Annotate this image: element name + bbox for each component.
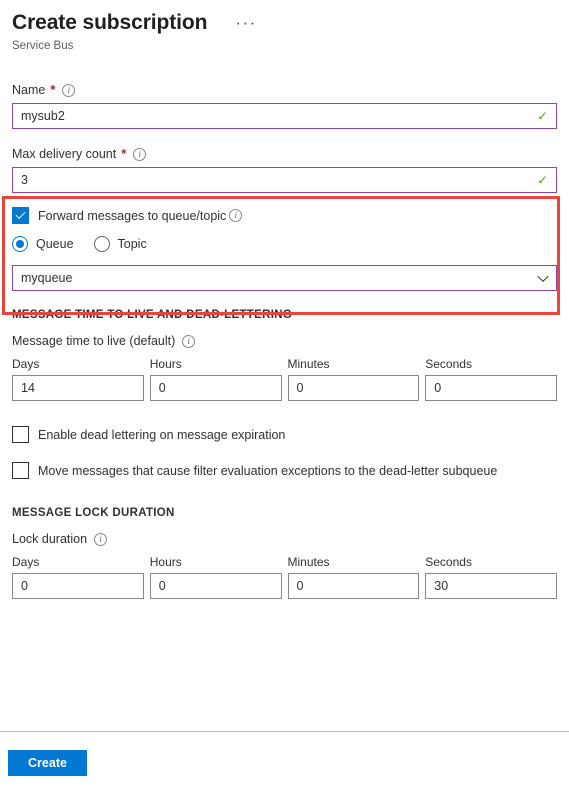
dead-lettering-label: Enable dead lettering on message expirat… — [38, 427, 286, 442]
lock-sub-label: Lock duration — [12, 532, 88, 546]
name-field-group: Name * i mysub2 ✓ — [12, 82, 557, 129]
lock-days-label: Days — [12, 555, 40, 569]
name-required-marker: * — [50, 82, 56, 97]
filter-exceptions-checkbox-row[interactable]: Move messages that cause filter evaluati… — [12, 462, 557, 479]
info-icon[interactable]: i — [62, 83, 76, 97]
lock-hours-label: Hours — [149, 555, 182, 569]
name-input-value: mysub2 — [21, 109, 65, 123]
max-delivery-count-label: Max delivery count — [12, 147, 117, 161]
forward-target-radio-group: Queue Topic — [12, 236, 557, 252]
ttl-days-input[interactable]: 14 — [12, 375, 144, 401]
forward-messages-section: Forward messages to queue/topic i Queue … — [0, 193, 569, 291]
valid-check-icon: ✓ — [537, 108, 548, 124]
radio-option-topic[interactable]: Topic — [93, 236, 147, 252]
ttl-seconds-label: Seconds — [425, 357, 472, 371]
info-icon[interactable]: i — [94, 532, 108, 546]
info-icon[interactable]: i — [133, 147, 147, 161]
lock-duration-section: MESSAGE LOCK DURATION Lock duration i Da… — [0, 507, 569, 599]
radio-option-queue[interactable]: Queue — [12, 236, 74, 252]
forward-target-dropdown[interactable]: myqueue — [12, 265, 557, 291]
lock-seconds-col: Seconds 30 — [425, 555, 557, 599]
lock-seconds-input[interactable]: 30 — [425, 573, 557, 599]
max-delivery-count-required-marker: * — [121, 146, 127, 161]
ttl-minutes-label: Minutes — [287, 357, 330, 371]
ttl-section-heading: MESSAGE TIME TO LIVE AND DEAD-LETTERING — [12, 309, 293, 321]
forward-messages-checkbox-row[interactable]: Forward messages to queue/topic i — [12, 207, 557, 224]
lock-section-heading: MESSAGE LOCK DURATION — [12, 507, 175, 519]
lock-duration-grid: Days 0 Hours 0 Minutes 0 Seconds 30 — [12, 555, 557, 599]
subscription-form: Name * i mysub2 ✓ Max delivery count * i… — [0, 82, 569, 193]
ttl-minutes-col: Minutes 0 — [287, 357, 420, 401]
ttl-days-label: Days — [12, 357, 40, 371]
forward-target-value: myqueue — [21, 271, 73, 285]
lock-hours-col: Hours 0 — [149, 555, 282, 599]
page-title: Create subscription — [12, 11, 208, 34]
ttl-sub-label-row: Message time to live (default) i — [12, 333, 557, 349]
dead-lettering-checkbox[interactable] — [12, 426, 29, 443]
max-delivery-count-value: 3 — [21, 173, 28, 187]
lock-days-input[interactable]: 0 — [12, 573, 144, 599]
forward-messages-label: Forward messages to queue/topic — [38, 208, 227, 223]
ttl-section: MESSAGE TIME TO LIVE AND DEAD-LETTERING … — [0, 309, 569, 479]
name-input[interactable]: mysub2 ✓ — [12, 103, 557, 129]
ttl-seconds-col: Seconds 0 — [425, 357, 557, 401]
forward-messages-checkbox[interactable] — [12, 207, 29, 224]
dead-lettering-checkbox-row[interactable]: Enable dead lettering on message expirat… — [12, 426, 557, 443]
create-button[interactable]: Create — [8, 750, 87, 776]
ttl-seconds-input[interactable]: 0 — [425, 375, 557, 401]
create-subscription-blade: Create subscription ··· Service Bus Name… — [0, 0, 569, 785]
valid-check-icon: ✓ — [537, 172, 548, 188]
ttl-minutes-input[interactable]: 0 — [287, 375, 420, 401]
ttl-sub-label: Message time to live (default) — [12, 334, 176, 348]
forward-messages-label-row: Forward messages to queue/topic i — [38, 208, 243, 223]
blade-header: Create subscription ··· Service Bus — [0, 0, 569, 52]
lock-minutes-label: Minutes — [287, 555, 330, 569]
max-delivery-count-input[interactable]: 3 ✓ — [12, 167, 557, 193]
queue-radio[interactable] — [12, 236, 28, 252]
filter-exceptions-checkbox[interactable] — [12, 462, 29, 479]
lock-minutes-col: Minutes 0 — [287, 555, 420, 599]
max-delivery-count-group: Max delivery count * i 3 ✓ — [12, 146, 557, 193]
ttl-duration-grid: Days 14 Hours 0 Minutes 0 Seconds 0 — [12, 357, 557, 401]
ttl-days-col: Days 14 — [12, 357, 144, 401]
ttl-hours-label: Hours — [149, 357, 182, 371]
lock-minutes-input[interactable]: 0 — [287, 573, 420, 599]
lock-sub-label-row: Lock duration i — [12, 531, 557, 547]
info-icon[interactable]: i — [229, 209, 243, 222]
footer-divider — [0, 731, 569, 732]
queue-radio-label: Queue — [36, 237, 74, 251]
topic-radio[interactable] — [93, 236, 110, 252]
blade-subtitle: Service Bus — [12, 40, 74, 52]
lock-seconds-label: Seconds — [425, 555, 472, 569]
topic-radio-label: Topic — [117, 237, 147, 251]
more-options-icon[interactable]: ··· — [231, 14, 260, 38]
name-label: Name — [12, 83, 46, 97]
title-row: Create subscription ··· — [12, 8, 569, 38]
lock-days-col: Days 0 — [12, 555, 144, 599]
filter-exceptions-label: Move messages that cause filter evaluati… — [38, 463, 498, 478]
ttl-hours-col: Hours 0 — [149, 357, 282, 401]
info-icon[interactable]: i — [182, 334, 196, 348]
lock-hours-input[interactable]: 0 — [149, 573, 282, 599]
name-label-row: Name * i — [12, 82, 557, 98]
max-delivery-count-label-row: Max delivery count * i — [12, 146, 557, 162]
ttl-hours-input[interactable]: 0 — [149, 375, 282, 401]
chevron-down-icon — [537, 270, 549, 283]
